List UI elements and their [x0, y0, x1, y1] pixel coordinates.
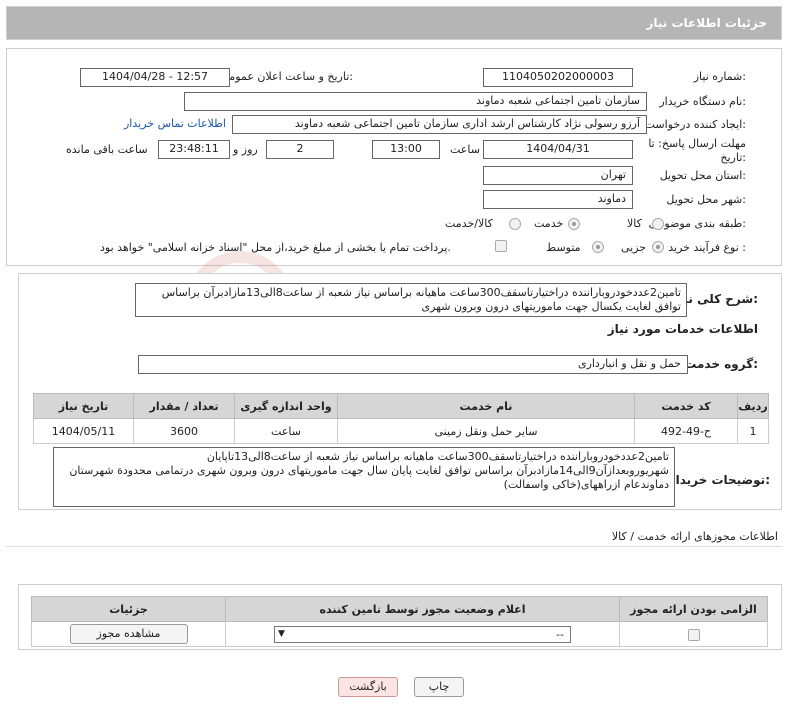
category-radio-kala[interactable] — [652, 218, 664, 230]
services-table: ردیف کد خدمت نام خدمت واحد اندازه گیری ت… — [33, 393, 769, 444]
need-number-field: 1104050202000003 — [483, 68, 633, 87]
col-name: نام خدمت — [337, 393, 635, 419]
remaining-label: ساعت باقی مانده — [66, 143, 148, 156]
announce-label: تاریخ و ساعت اعلان عمومی: — [220, 70, 353, 83]
print-button[interactable]: چاپ — [414, 677, 464, 697]
service-group-field: حمل و نقل و انبارداری — [138, 355, 688, 374]
days-label: روز و — [233, 143, 258, 156]
category-radio-khedmat[interactable] — [568, 218, 580, 230]
col-code: کد خدمت — [634, 393, 738, 419]
cell-row: 1 — [737, 418, 769, 444]
creator-label: ایجاد کننده درخواست: — [644, 118, 746, 131]
services-table-header: ردیف کد خدمت نام خدمت واحد اندازه گیری ت… — [33, 393, 769, 419]
purchase-radio-jozi[interactable] — [652, 241, 664, 253]
payment-note: پرداخت تمام یا بخشی از مبلغ خرید،از محل … — [100, 241, 451, 254]
view-permit-button[interactable]: مشاهده مجوز — [69, 624, 188, 644]
page-title: جزئیات اطلاعات نیاز — [646, 16, 767, 30]
permit-required-cell — [619, 621, 768, 647]
col-permit-status: اعلام وضعیت مجوز توسط تامین کننده — [225, 596, 620, 622]
services-section-title: اطلاعات خدمات مورد نیاز — [607, 322, 758, 336]
permit-status-select-value: -- — [556, 627, 564, 641]
category-option-kala-khedmat: کالا/خدمت — [445, 217, 493, 230]
cell-date: 1404/05/11 — [33, 418, 134, 444]
purchase-option-jozi: جزیی — [621, 241, 647, 254]
permit-status-cell: -- ▼ — [225, 621, 620, 647]
permit-status-select[interactable]: -- ▼ — [274, 625, 571, 643]
chevron-down-icon: ▼ — [278, 628, 285, 639]
col-unit: واحد اندازه گیری — [234, 393, 338, 419]
cell-name: سایر حمل ونقل زمینی — [337, 418, 635, 444]
deadline-label-text: مهلت ارسال پاسخ: تا تاریخ: — [648, 137, 746, 164]
deadline-time-label: ساعت — [450, 143, 480, 156]
cell-unit: ساعت — [234, 418, 338, 444]
buyer-notes-label: توضیحات خریدار: — [668, 473, 770, 487]
buyer-notes-textarea: تامین2عددخودروباراننده دراختیارتاسقف300س… — [53, 447, 675, 507]
table-row: 1 ح-49-492 سایر حمل ونقل زمینی ساعت 3600… — [33, 418, 769, 444]
buyer-contact-link[interactable]: اطلاعات تماس خریدار — [124, 117, 226, 130]
summary-textarea: تامین2عددخودروباراننده دراختیارتاسقف300س… — [135, 283, 687, 317]
col-permit-details: جزئیات — [31, 596, 226, 622]
treasury-checkbox[interactable] — [495, 240, 507, 252]
city-field: دماوند — [483, 190, 633, 209]
deadline-label: مهلت ارسال پاسخ: تا تاریخ: — [646, 137, 746, 165]
purchase-radio-motevaset[interactable] — [592, 241, 604, 253]
permits-divider — [6, 546, 782, 547]
buyer-org-field: سازمان تامین اجتماعی شعبه دماوند — [184, 92, 647, 111]
permit-details-cell: مشاهده مجوز — [31, 621, 226, 647]
category-option-khedmat: خدمت — [534, 217, 564, 230]
remaining-time-field: 23:48:11 — [158, 140, 230, 159]
province-field: تهران — [483, 166, 633, 185]
back-button[interactable]: بازگشت — [338, 677, 398, 697]
col-row: ردیف — [737, 393, 769, 419]
days-field: 2 — [266, 140, 334, 159]
col-permit-required: الزامی بودن ارائه مجوز — [619, 596, 768, 622]
cell-qty: 3600 — [133, 418, 235, 444]
col-qty: تعداد / مقدار — [133, 393, 235, 419]
deadline-date-field: 1404/04/31 — [483, 140, 633, 159]
category-option-kala: کالا — [627, 217, 642, 230]
table-row: -- ▼ مشاهده مجوز — [31, 621, 768, 647]
permits-table: الزامی بودن ارائه مجوز اعلام وضعیت مجوز … — [31, 596, 768, 647]
creator-field: آرزو رسولی نژاد کارشناس ارشد اداری سازما… — [232, 115, 647, 134]
permits-section-title: اطلاعات مجوزهای ارائه خدمت / کالا — [611, 530, 778, 543]
buyer-org-label: نام دستگاه خریدار: — [659, 95, 746, 108]
province-label: استان محل تحویل: — [659, 169, 746, 182]
cell-code: ح-49-492 — [634, 418, 738, 444]
page-header: جزئیات اطلاعات نیاز — [6, 6, 782, 40]
city-label: شهر محل تحویل: — [666, 193, 746, 206]
category-radio-kala-khedmat[interactable] — [509, 218, 521, 230]
need-number-label: شماره نیاز: — [693, 70, 746, 83]
service-group-label: گروه خدمت: — [684, 357, 758, 371]
deadline-time-field: 13:00 — [372, 140, 440, 159]
purchase-type-label: نوع فرآیند خرید : — [668, 241, 746, 254]
announce-field: 1404/04/28 - 12:57 — [80, 68, 230, 87]
permits-table-header: الزامی بودن ارائه مجوز اعلام وضعیت مجوز … — [31, 596, 768, 622]
permit-required-checkbox[interactable] — [687, 628, 700, 641]
col-date: تاریخ نیاز — [33, 393, 134, 419]
purchase-option-motevaset: متوسط — [546, 241, 581, 254]
